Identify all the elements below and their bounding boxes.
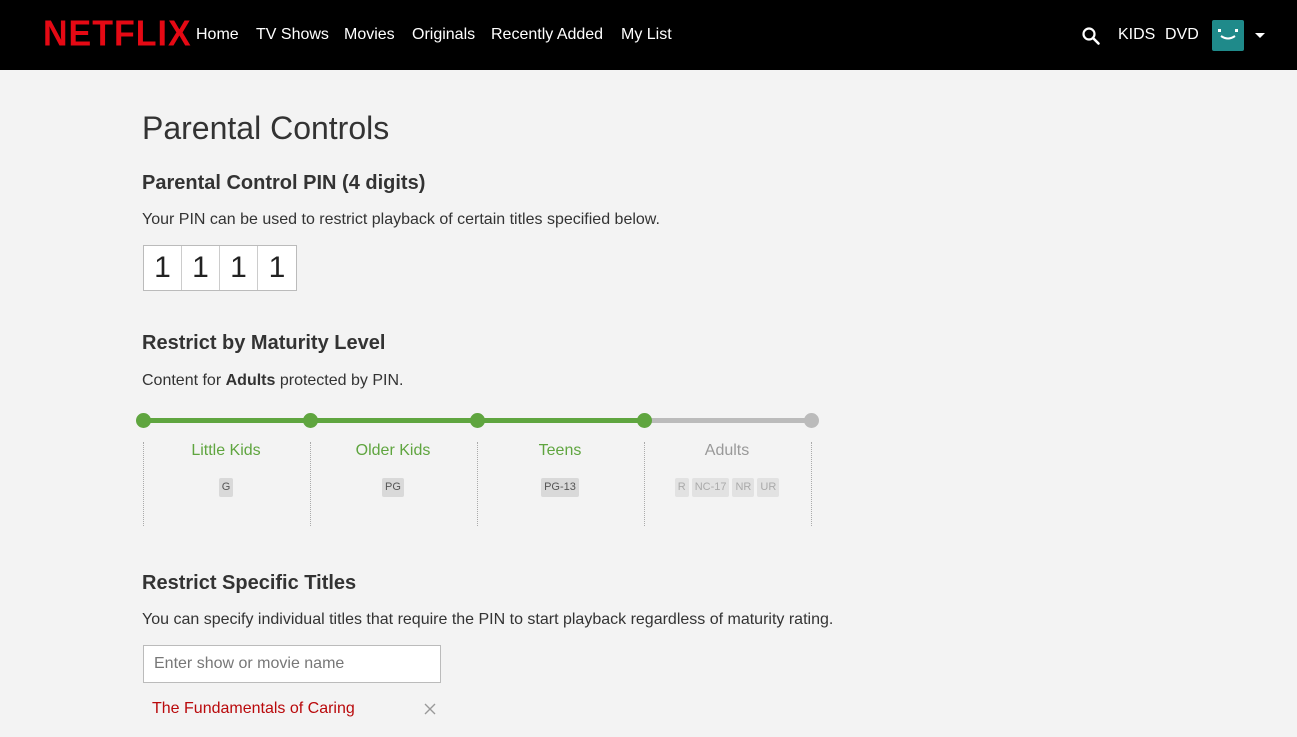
rating-badge: PG [382, 478, 404, 497]
rating-badges: PG-13 [477, 478, 643, 497]
nav-originals[interactable]: Originals [412, 26, 475, 44]
nav-tv-shows[interactable]: TV Shows [256, 26, 329, 44]
maturity-level-label[interactable]: Little Kids [143, 442, 309, 460]
nav-recently-added[interactable]: Recently Added [491, 26, 603, 44]
slider-track-segment [477, 418, 644, 423]
page-title: Parental Controls [142, 110, 390, 146]
dvd-link[interactable]: DVD [1165, 26, 1199, 44]
maturity-desc-level: Adults [225, 372, 276, 389]
netflix-logo[interactable]: NETFLIX [43, 14, 192, 55]
rating-badge: NC-17 [691, 478, 730, 497]
maturity-desc-suffix: protected by PIN. [275, 372, 404, 389]
pin-heading: Parental Control PIN (4 digits) [142, 172, 426, 194]
pin-description: Your PIN can be used to restrict playbac… [142, 211, 660, 228]
titles-heading: Restrict Specific Titles [142, 572, 357, 594]
slider-stop[interactable] [303, 413, 318, 428]
rating-badge: UR [757, 478, 780, 497]
maturity-desc-prefix: Content for [142, 372, 226, 389]
pin-input-group: 1 1 1 1 [143, 245, 297, 291]
profile-avatar[interactable] [1212, 20, 1244, 51]
rating-badge: G [218, 478, 234, 497]
slider-track-segment [143, 418, 310, 423]
title-search-input[interactable] [143, 645, 441, 683]
titles-description: You can specify individual titles that r… [142, 611, 834, 628]
rating-badge: R [674, 478, 689, 497]
maturity-level-label[interactable]: Teens [477, 442, 643, 460]
maturity-level-label[interactable]: Older Kids [310, 442, 476, 460]
top-nav-bar: NETFLIX Home TV Shows Movies Originals R… [0, 0, 1297, 70]
pin-digit-2[interactable]: 1 [182, 246, 220, 290]
pin-digit-1[interactable]: 1 [144, 246, 182, 290]
search-icon[interactable] [1081, 26, 1101, 46]
rating-badge: NR [732, 478, 755, 497]
rating-badges: PG [310, 478, 476, 497]
maturity-level-label[interactable]: Adults [644, 442, 810, 460]
slider-stop[interactable] [136, 413, 151, 428]
profile-dropdown-caret-icon[interactable] [1255, 33, 1265, 38]
slider-stop[interactable] [637, 413, 652, 428]
nav-home[interactable]: Home [196, 26, 239, 44]
slider-track-segment [310, 418, 477, 423]
slider-stop[interactable] [470, 413, 485, 428]
rating-badge: PG-13 [541, 478, 579, 497]
nav-movies[interactable]: Movies [344, 26, 395, 44]
pin-digit-3[interactable]: 1 [220, 246, 258, 290]
slider-track-segment [644, 418, 811, 423]
rating-badges: R NC-17 NR UR [644, 478, 810, 497]
restricted-title-item[interactable]: The Fundamentals of Caring [152, 700, 355, 718]
smiley-avatar-icon [1218, 29, 1238, 40]
level-divider [811, 442, 812, 526]
kids-link[interactable]: KIDS [1118, 26, 1155, 44]
maturity-heading: Restrict by Maturity Level [142, 332, 386, 354]
pin-digit-4[interactable]: 1 [258, 246, 296, 290]
maturity-description: Content for Adults protected by PIN. [142, 372, 403, 390]
nav-my-list[interactable]: My List [621, 26, 672, 44]
slider-stop[interactable] [804, 413, 819, 428]
close-icon[interactable] [424, 703, 436, 715]
rating-badges: G [143, 478, 309, 497]
